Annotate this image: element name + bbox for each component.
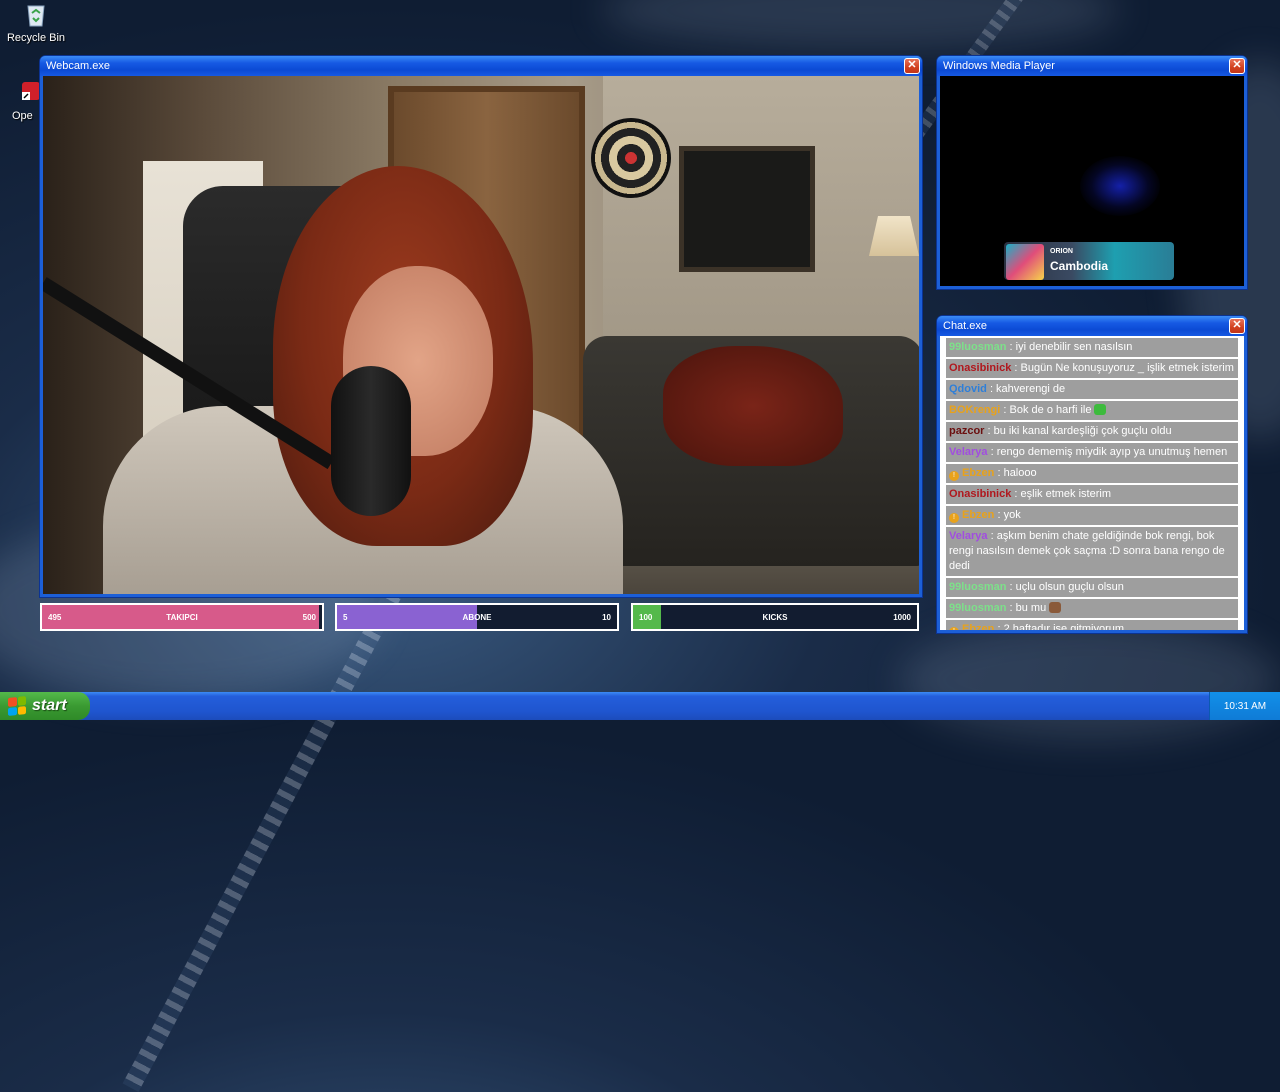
- goal-bar-subscribers: 5 ABONE 10: [335, 603, 619, 631]
- chat-text: : halooo: [994, 467, 1037, 479]
- chat-message: ! Ebzen : halooo: [946, 464, 1238, 483]
- chat-username[interactable]: Ebzen: [962, 623, 994, 630]
- window-title: Chat.exe: [943, 320, 988, 332]
- media-player-title-bar[interactable]: Windows Media Player ✕: [937, 56, 1247, 76]
- goal-target: 1000: [893, 612, 911, 622]
- chat-message: 99luosman : iyi denebilir sen nasılsın: [946, 338, 1238, 357]
- chat-username[interactable]: Onasibinick: [949, 488, 1011, 500]
- chat-message: Qdovid : kahverengi de: [946, 380, 1238, 399]
- chat-text: : kahverengi de: [986, 383, 1066, 395]
- chat-username[interactable]: Velarya: [949, 446, 988, 458]
- goal-bar-kicks: 100 KICKS 1000: [631, 603, 919, 631]
- media-player-window: Windows Media Player ✕ ORION Cambodia: [937, 56, 1247, 289]
- emote-icon: [1094, 404, 1107, 415]
- goal-label: KICKS: [762, 612, 788, 622]
- chat-username[interactable]: BOKrengi: [949, 404, 1000, 416]
- chat-text: : iyi denebilir sen nasılsın: [1006, 341, 1133, 353]
- system-tray[interactable]: 10:31 AM: [1209, 692, 1280, 720]
- clock: 10:31 AM: [1223, 700, 1267, 712]
- desktop-icon-label: Recycle Bin: [6, 32, 66, 44]
- chat-message: Velarya : rengo dememiş miydik ayıp ya u…: [946, 443, 1238, 462]
- visualizer: ORION Cambodia: [940, 76, 1244, 286]
- chat-message: 99luosman : uçlu olsun guçlu olsun: [946, 578, 1238, 597]
- dartboard-image: [591, 118, 671, 198]
- goal-target: 10: [602, 612, 611, 622]
- wall-painting-image: [679, 146, 815, 272]
- sub-badge-icon: !: [949, 471, 959, 481]
- chat-message: ! Ebzen : yok: [946, 506, 1238, 525]
- chat-message: pazcor : bu iki kanal kardeşliği çok guç…: [946, 422, 1238, 441]
- sub-badge-icon: !: [949, 513, 959, 523]
- chat-text: : eşlik etmek isterim: [1011, 488, 1111, 500]
- window-title: Windows Media Player: [943, 60, 1055, 72]
- now-playing-card: ORION Cambodia: [1004, 242, 1174, 280]
- start-button[interactable]: start: [0, 692, 90, 720]
- sub-badge-icon: !: [949, 627, 959, 630]
- chat-text: : yok: [994, 509, 1021, 521]
- chat-text: : 2 haftadır işe gitmiyorum: [994, 623, 1125, 630]
- chat-message: Velarya : aşkım benim chate geldiğinde b…: [946, 527, 1238, 576]
- chat-text: : Bugün Ne konuşuyoruz _ işlik etmek ist…: [1011, 362, 1234, 374]
- chat-username[interactable]: Ebzen: [962, 509, 994, 521]
- webcam-window: Webcam.exe ✕: [40, 56, 922, 597]
- chat-text: : bu mu: [1006, 602, 1047, 614]
- chat-username[interactable]: Qdovid: [949, 383, 987, 395]
- webcam-video: [43, 76, 919, 594]
- now-playing-artist: ORION: [1050, 248, 1073, 255]
- chat-username[interactable]: Onasibinick: [949, 362, 1011, 374]
- album-art-image: [1006, 244, 1044, 280]
- chat-username[interactable]: 99luosman: [949, 341, 1006, 353]
- chat-message: Onasibinick : Bugün Ne konuşuyoruz _ işl…: [946, 359, 1238, 378]
- goal-bar-followers: 495 TAKIPCI 500: [40, 603, 324, 631]
- chat-text: : rengo dememiş miydik ayıp ya unutmuş h…: [987, 446, 1228, 458]
- desktop-icon-recycle-bin[interactable]: Recycle Bin: [4, 2, 68, 44]
- webcam-title-bar[interactable]: Webcam.exe ✕: [40, 56, 922, 76]
- chat-username[interactable]: Ebzen: [962, 467, 994, 479]
- chat-username[interactable]: 99luosman: [949, 602, 1006, 614]
- start-label: start: [32, 697, 67, 714]
- chat-message: !Ebzen : 2 haftadır işe gitmiyorum: [946, 620, 1238, 630]
- chat-title-bar[interactable]: Chat.exe ✕: [937, 316, 1247, 336]
- chat-message-list[interactable]: 99luosman : iyi denebilir sen nasılsın On…: [940, 336, 1244, 630]
- chat-text: : Bok de o harfi ile: [1000, 404, 1092, 416]
- chat-message: Onasibinick : eşlik etmek isterim: [946, 485, 1238, 504]
- chat-username[interactable]: Velarya: [949, 530, 988, 542]
- goal-label: ABONE: [462, 612, 492, 622]
- goal-label: TAKIPCI: [166, 612, 198, 622]
- microphone-image: [331, 366, 411, 516]
- chat-message: BOKrengi : Bok de o harfi ile: [946, 401, 1238, 420]
- goal-target: 500: [302, 612, 316, 622]
- now-playing-title: Cambodia: [1050, 259, 1109, 273]
- chat-username[interactable]: 99luosman: [949, 581, 1006, 593]
- chat-username[interactable]: pazcor: [949, 425, 984, 437]
- chat-text: : bu iki kanal kardeşliği çok guçlu oldu: [984, 425, 1172, 437]
- close-button[interactable]: ✕: [1229, 318, 1245, 334]
- emote-icon: [1049, 602, 1062, 613]
- visualizer-glow: [1080, 156, 1160, 216]
- close-button[interactable]: ✕: [904, 58, 920, 74]
- windows-logo-icon: [8, 696, 26, 716]
- close-button[interactable]: ✕: [1229, 58, 1245, 74]
- recycle-bin-icon: [23, 2, 49, 28]
- chat-window: Chat.exe ✕ 99luosman : iyi denebilir sen…: [937, 316, 1247, 633]
- window-title: Webcam.exe: [46, 60, 110, 72]
- chat-text: : uçlu olsun guçlu olsun: [1006, 581, 1124, 593]
- webcam-feed: [43, 76, 919, 594]
- chat-text: : aşkım benim chate geldiğinde bok rengi…: [949, 530, 1225, 572]
- taskbar: start 10:31 AM: [0, 692, 1280, 720]
- chat-message: 99luosman : bu mu: [946, 599, 1238, 618]
